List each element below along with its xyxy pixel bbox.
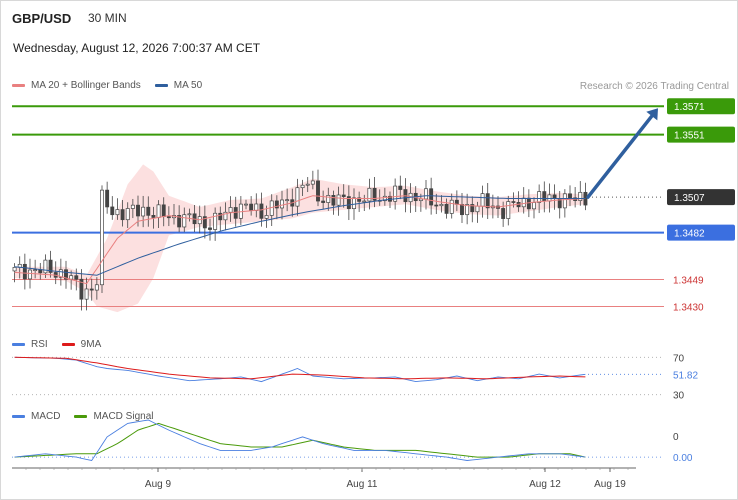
macd-axis-label: 0: [673, 432, 679, 443]
candle-body: [367, 187, 372, 202]
macd-last-label: 0.00: [673, 453, 693, 464]
candle-body: [218, 212, 223, 221]
last-price-label: 1.3507: [674, 193, 705, 204]
candle-body: [100, 189, 104, 286]
candle-body: [136, 204, 140, 217]
candle-body: [352, 197, 356, 210]
rsi-axis-label: 30: [673, 391, 685, 402]
candle-body: [146, 206, 151, 216]
candle-body: [336, 194, 341, 206]
candle-body: [429, 188, 434, 206]
candle-body: [280, 199, 284, 209]
candle-body: [295, 187, 300, 207]
candle-body: [151, 215, 156, 218]
forecast-arrow-shaft: [586, 114, 654, 199]
candle-body: [156, 204, 161, 218]
candle-body: [532, 202, 536, 210]
candle-body: [259, 203, 264, 219]
level-label-resistance: 1.3571: [674, 102, 705, 113]
candle-body: [316, 180, 320, 202]
candle-body: [110, 206, 115, 216]
candle-body: [439, 203, 444, 207]
level-label-pivot: 1.3482: [674, 229, 705, 240]
candle-body: [254, 203, 259, 211]
candle-body: [506, 201, 511, 219]
candle-body: [321, 200, 326, 203]
candle-body: [449, 199, 454, 214]
candle-body: [310, 180, 315, 185]
macd-line: [14, 419, 586, 462]
candle-body: [12, 267, 17, 272]
candle-body: [485, 193, 490, 209]
time-axis-label: Aug 19: [594, 479, 626, 490]
time-axis-label: Aug 11: [347, 479, 378, 490]
candle-body: [22, 263, 27, 280]
candle-body: [326, 195, 331, 203]
candle-body: [208, 227, 212, 230]
candle-body: [434, 204, 439, 207]
candle-body: [244, 203, 248, 206]
level-label-resistance: 1.3551: [674, 131, 705, 142]
candle-body: [74, 275, 79, 280]
candle-body: [28, 269, 32, 280]
time-axis-label: Aug 12: [529, 479, 561, 490]
candle-body: [424, 188, 428, 200]
candle-body: [115, 209, 120, 216]
candle-body: [84, 288, 89, 300]
candle-body: [249, 203, 254, 211]
candle-body: [542, 191, 547, 202]
candle-body: [264, 215, 269, 219]
candle-body: [562, 193, 567, 209]
candle-body: [444, 203, 449, 214]
candle-body: [141, 206, 146, 217]
candle-body: [69, 275, 74, 280]
rsi-ma-line: [14, 356, 586, 380]
level-label-support: 1.3449: [673, 275, 704, 286]
candle-body: [521, 197, 526, 208]
rsi-axis-label: 70: [673, 353, 685, 364]
candle-body: [33, 269, 38, 272]
candle-body: [43, 259, 48, 274]
candle-body: [89, 288, 94, 291]
candle-body: [182, 214, 187, 228]
candle-body: [233, 207, 238, 219]
candle-body: [480, 193, 485, 207]
candle-body: [418, 198, 423, 202]
candle-body: [125, 208, 130, 221]
candle-body: [94, 284, 99, 291]
rsi-last-label: 51.82: [673, 370, 698, 381]
macd-signal-line: [14, 422, 586, 458]
candle-body: [161, 204, 166, 218]
candle-body: [526, 197, 531, 210]
candle-body: [537, 191, 542, 203]
candle-body: [331, 195, 336, 206]
candle-body: [300, 184, 305, 189]
candle-body: [105, 189, 110, 208]
time-axis-label: Aug 9: [145, 479, 172, 490]
candle-body: [568, 193, 572, 199]
chart-canvas: 1.3571 1.3551 1.3482 1.3449 1.3430 1.3507 70 30…: [12, 98, 735, 490]
candle-body: [166, 216, 171, 219]
candle-body: [187, 213, 192, 216]
candle-body: [362, 200, 367, 203]
candle-body: [341, 194, 346, 197]
candle-body: [305, 183, 310, 186]
candle-body: [475, 205, 480, 213]
candle-body: [120, 209, 125, 221]
candle-body: [130, 204, 135, 209]
level-label-support: 1.3430: [673, 302, 704, 313]
candle-body: [460, 204, 464, 216]
candle-body: [511, 201, 516, 203]
candle-body: [285, 199, 290, 202]
candle-body: [228, 207, 233, 213]
candle-body: [501, 208, 506, 219]
candle-body: [398, 185, 403, 190]
